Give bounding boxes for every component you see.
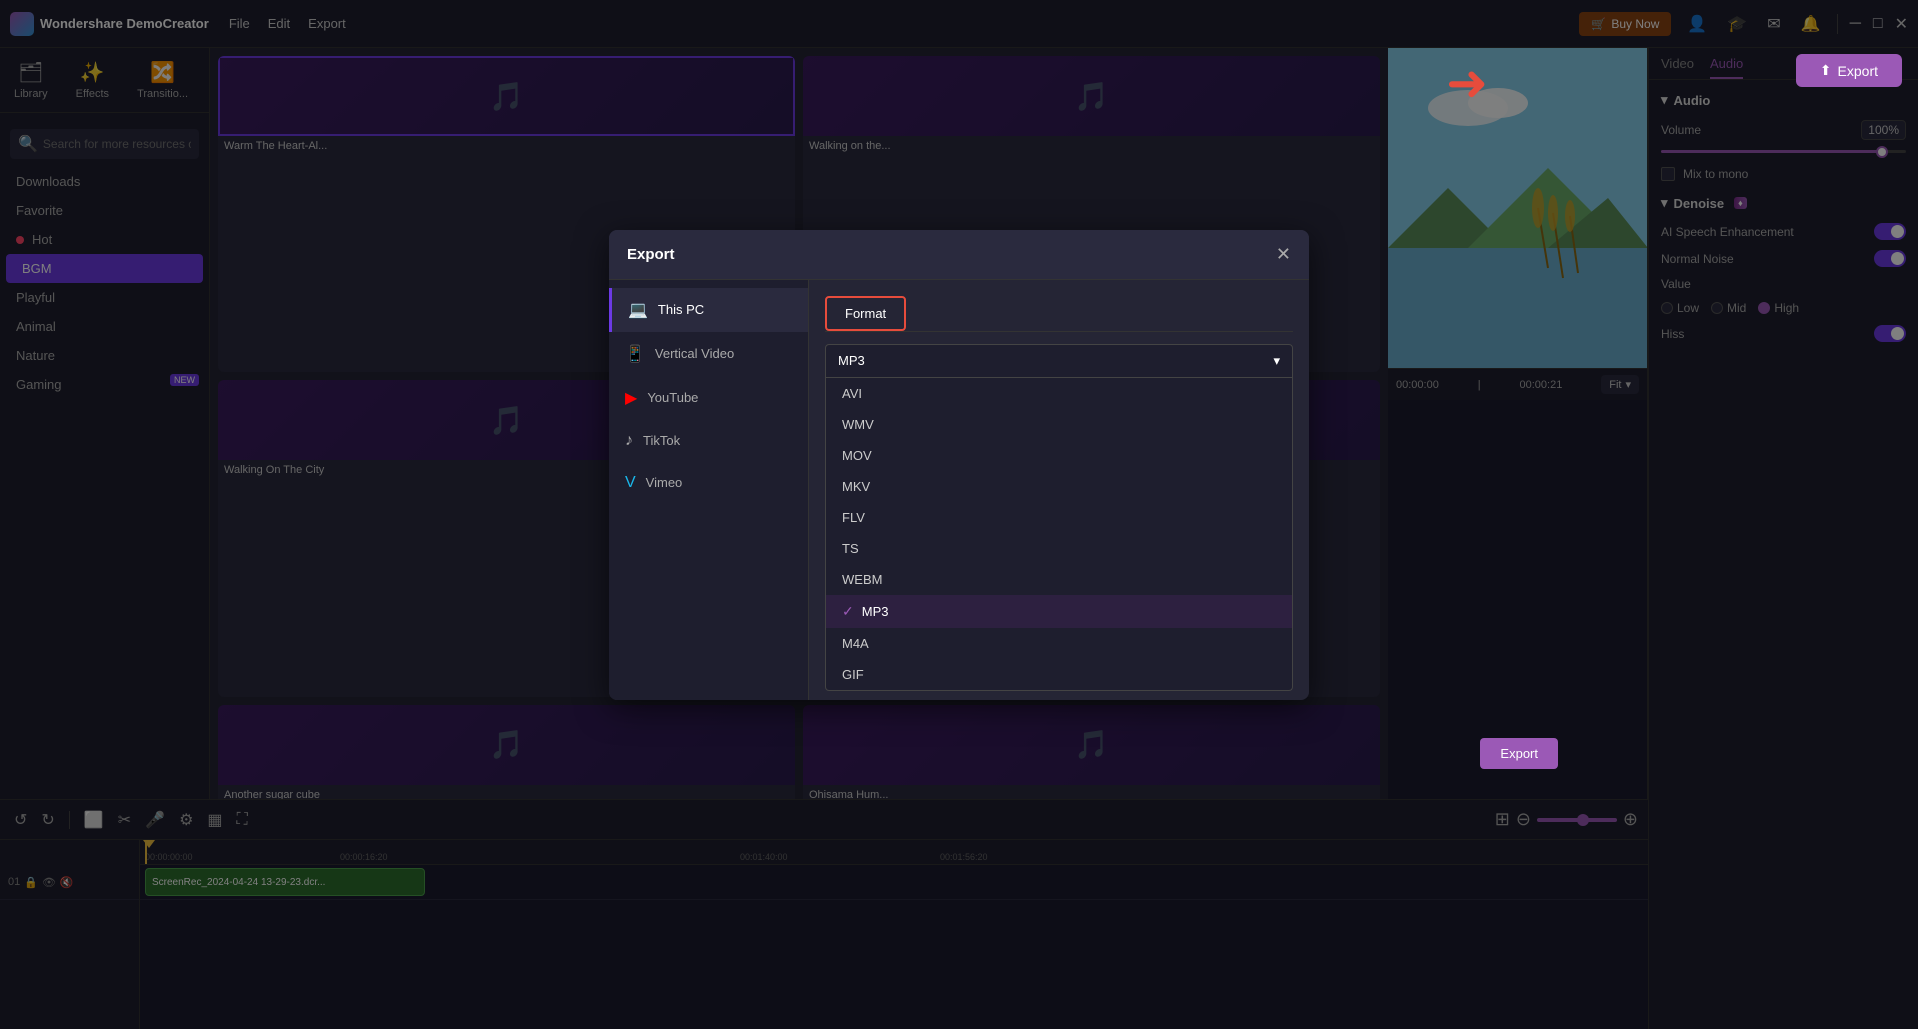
vertical-video-icon: 📱 <box>625 344 645 364</box>
youtube-icon: ▶ <box>625 388 637 408</box>
format-avi[interactable]: AVI <box>826 378 1292 409</box>
format-mov[interactable]: MOV <box>826 440 1292 471</box>
top-export-button[interactable]: ⬆ Export <box>1796 54 1902 87</box>
dialog-nav: 💻 This PC 📱 Vertical Video ▶ YouTube ♪ T… <box>609 280 809 700</box>
format-flv[interactable]: FLV <box>826 502 1292 533</box>
format-ts[interactable]: TS <box>826 533 1292 564</box>
dialog-title: Export <box>627 246 675 263</box>
dialog-right: Format MP3 ▾ AVI WMV <box>809 280 1309 700</box>
webm-label: WEBM <box>842 572 882 587</box>
format-tab[interactable]: Format <box>825 296 906 331</box>
mov-label: MOV <box>842 448 872 463</box>
dialog-close-button[interactable]: ✕ <box>1276 244 1291 265</box>
dialog-nav-this-pc[interactable]: 💻 This PC <box>609 288 808 332</box>
tiktok-label: TikTok <box>643 433 680 448</box>
mkv-label: MKV <box>842 479 870 494</box>
top-export-label: Export <box>1838 63 1878 79</box>
format-mp3[interactable]: ✓ MP3 <box>826 595 1292 628</box>
format-mkv[interactable]: MKV <box>826 471 1292 502</box>
bottom-export-button[interactable]: Export <box>1480 738 1558 769</box>
youtube-label: YouTube <box>647 390 698 405</box>
red-arrow: ➜ <box>1446 54 1488 112</box>
ts-label: TS <box>842 541 859 556</box>
this-pc-label: This PC <box>658 302 704 317</box>
avi-label: AVI <box>842 386 862 401</box>
dialog-nav-youtube[interactable]: ▶ YouTube <box>609 376 808 420</box>
vimeo-label: Vimeo <box>646 475 683 490</box>
wmv-label: WMV <box>842 417 874 432</box>
m4a-label: M4A <box>842 636 869 651</box>
dialog-nav-tiktok[interactable]: ♪ TikTok <box>609 420 808 462</box>
format-gif[interactable]: GIF <box>826 659 1292 690</box>
format-dropdown[interactable]: MP3 ▾ <box>825 344 1293 378</box>
flv-label: FLV <box>842 510 865 525</box>
format-wmv[interactable]: WMV <box>826 409 1292 440</box>
format-tabs: Format <box>825 296 1293 332</box>
check-icon: ✓ <box>842 603 854 620</box>
gif-label: GIF <box>842 667 864 682</box>
format-webm[interactable]: WEBM <box>826 564 1292 595</box>
mp3-label: MP3 <box>862 604 889 619</box>
upload-icon: ⬆ <box>1820 62 1832 79</box>
format-list: AVI WMV MOV MKV FLV <box>825 378 1293 691</box>
format-dropdown-container: MP3 ▾ AVI WMV MOV M <box>825 344 1293 691</box>
selected-format: MP3 <box>838 353 865 368</box>
dialog-body: 💻 This PC 📱 Vertical Video ▶ YouTube ♪ T… <box>609 280 1309 700</box>
vertical-video-label: Vertical Video <box>655 346 734 361</box>
this-pc-icon: 💻 <box>628 300 648 320</box>
dropdown-chevron-icon: ▾ <box>1273 353 1280 369</box>
format-m4a[interactable]: M4A <box>826 628 1292 659</box>
dialog-header: Export ✕ <box>609 230 1309 280</box>
modal-overlay: Export ✕ 💻 This PC 📱 Vertical Video ▶ Yo… <box>0 0 1918 1029</box>
export-dialog: Export ✕ 💻 This PC 📱 Vertical Video ▶ Yo… <box>609 230 1309 700</box>
dialog-nav-vertical[interactable]: 📱 Vertical Video <box>609 332 808 376</box>
dialog-nav-vimeo[interactable]: V Vimeo <box>609 462 808 504</box>
vimeo-icon: V <box>625 474 636 492</box>
tiktok-icon: ♪ <box>625 432 633 450</box>
